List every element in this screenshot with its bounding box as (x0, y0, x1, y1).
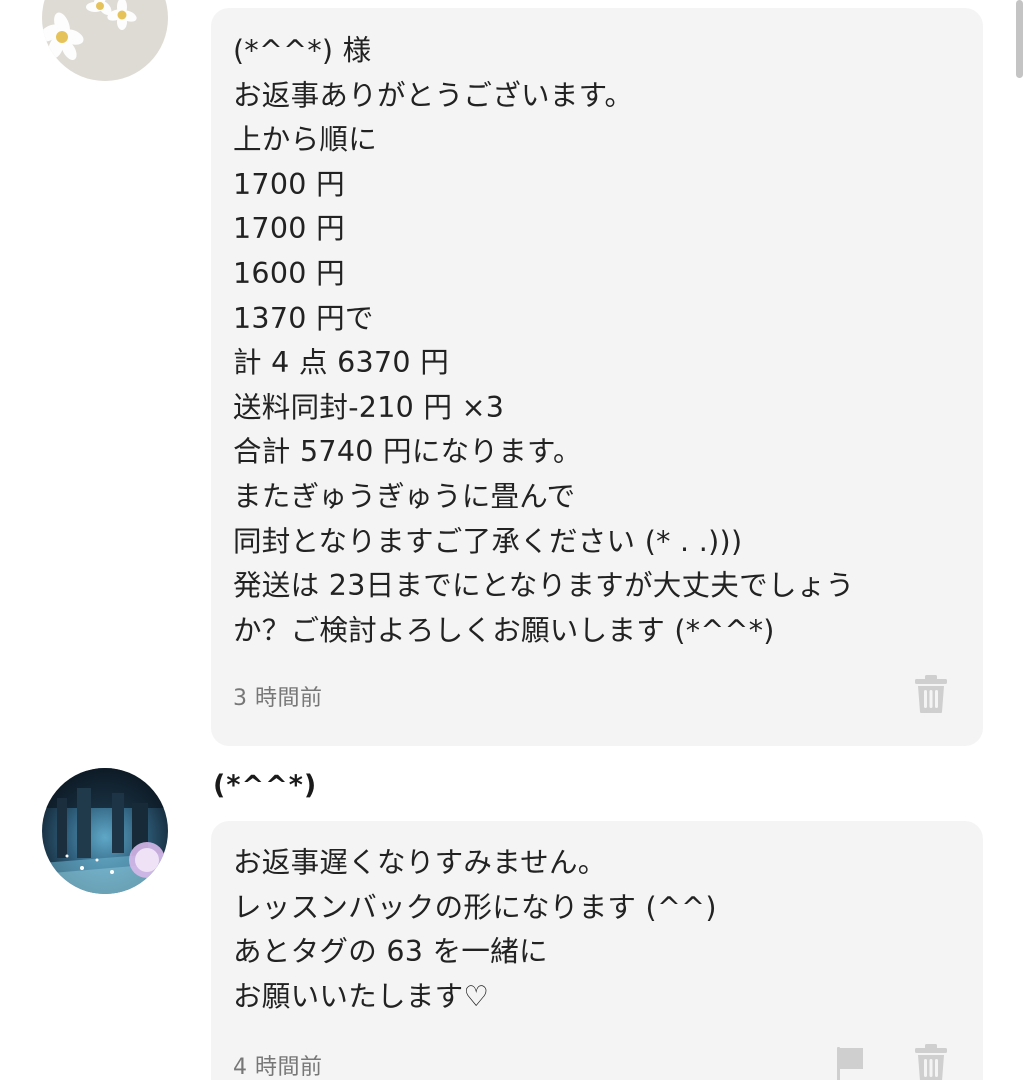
message-text: (*^^*) 様 お返事ありがとうございます。 上から順に 1700 円 170… (233, 29, 963, 653)
message-line: 計 4 点 6370 円 (233, 346, 450, 380)
message-line: 合計 5740 円になります。 (233, 435, 582, 469)
report-button[interactable] (831, 1043, 867, 1080)
message-line: 上から順に (233, 123, 378, 157)
night-city-avatar-image (42, 768, 168, 894)
message-line: レッスンバックの形になります (^^) (233, 890, 717, 924)
message-timestamp: 4 時間前 (233, 1055, 323, 1080)
message-line: お返事遅くなりすみません。 (233, 846, 607, 879)
scrollbar-thumb[interactable] (1016, 0, 1023, 78)
message-line: 送料同封-210 円 ×3 (233, 390, 505, 424)
sender-avatar[interactable] (42, 768, 168, 894)
message-line: 1370 円で (233, 301, 374, 335)
message-line: 同封となりますご了承ください (* . .))) (233, 524, 743, 558)
trash-icon (915, 675, 947, 713)
sender-name: (*^^*) (213, 770, 318, 801)
delete-button[interactable] (913, 1043, 949, 1080)
message-bubble: (*^^*) 様 お返事ありがとうございます。 上から順に 1700 円 170… (211, 8, 983, 746)
message-text: お返事遅くなりすみません。 レッスンバックの形になります (^^) あとタグの … (233, 841, 963, 1019)
message-line: 1600 円 (233, 256, 345, 290)
message-bubble: お返事遅くなりすみません。 レッスンバックの形になります (^^) あとタグの … (211, 821, 983, 1080)
message-thread: (*^^*) 様 お返事ありがとうございます。 上から順に 1700 円 170… (0, 0, 1027, 1080)
message-line: か？ご検討よろしくお願いします (*^^*) (233, 613, 775, 647)
daisy-avatar-image (42, 0, 168, 81)
flag-icon (837, 1047, 863, 1080)
message-line: お願いいたします♡ (233, 979, 490, 1013)
message-line: 発送は 23日までにとなりますが大丈夫でしょう (233, 569, 855, 603)
delete-button[interactable] (913, 674, 949, 714)
message-line: あとタグの 63 を一緒に (233, 935, 548, 969)
trash-icon (915, 1044, 947, 1080)
message-line: 1700 円 (233, 167, 345, 201)
message-timestamp: 3 時間前 (233, 686, 323, 711)
message-line: お返事ありがとうございます。 (233, 78, 634, 112)
user-avatar[interactable] (42, 0, 168, 81)
message-line: 1700 円 (233, 212, 345, 246)
message-line: またぎゅうぎゅうに畳んで (233, 479, 576, 513)
message-line: (*^^*) 様 (233, 34, 372, 67)
